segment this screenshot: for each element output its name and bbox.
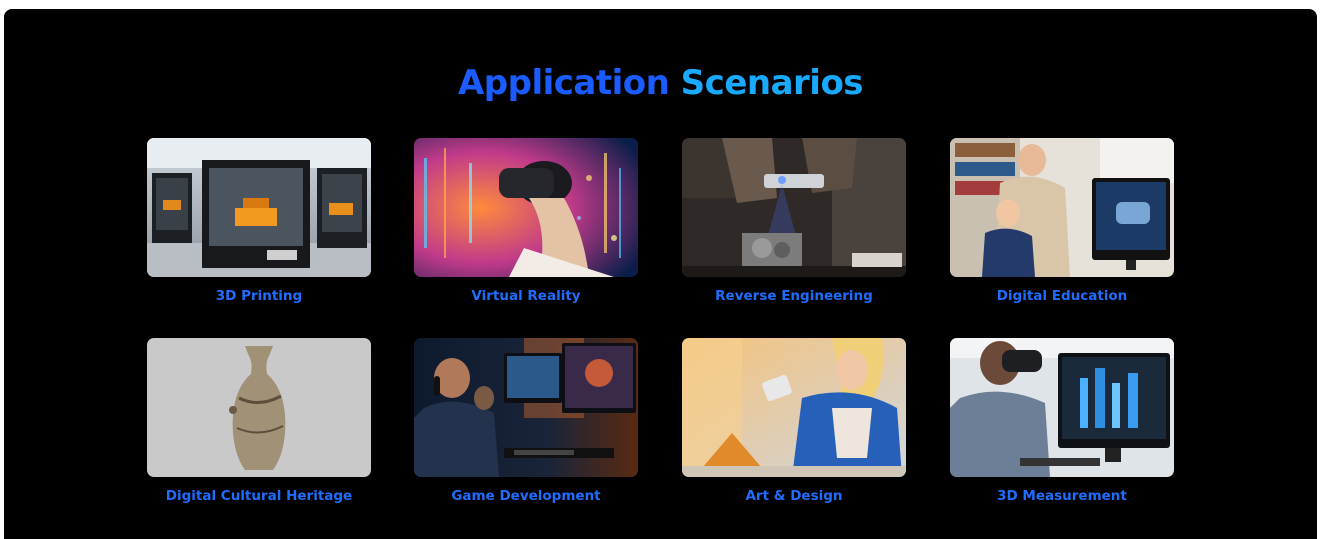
ancient-vase-image (147, 338, 371, 477)
scenario-label[interactable]: Game Development (414, 487, 638, 505)
scenario-card-virtual-reality[interactable]: Virtual Reality (414, 138, 638, 305)
vr-engineer-cad-image (950, 338, 1174, 477)
scenario-label[interactable]: Digital Cultural Heritage (147, 487, 371, 505)
scenario-label[interactable]: Reverse Engineering (682, 287, 906, 305)
handheld-scanner-image (682, 138, 906, 277)
3d-printers-image (147, 138, 371, 277)
scenario-card-art-design[interactable]: Art & Design (682, 338, 906, 505)
scenario-label[interactable]: Digital Education (950, 287, 1174, 305)
scenario-label[interactable]: Art & Design (682, 487, 906, 505)
section-title-part1: Application (457, 63, 670, 103)
scenario-label[interactable]: Virtual Reality (414, 287, 638, 305)
scenario-card-3d-measurement[interactable]: 3D Measurement (950, 338, 1174, 505)
scenario-label[interactable]: 3D Printing (147, 287, 371, 305)
vr-headset-image (414, 138, 638, 277)
scenario-card-digital-education[interactable]: Digital Education (950, 138, 1174, 305)
game-developers-image (414, 338, 638, 477)
scenario-card-reverse-engineering[interactable]: Reverse Engineering (682, 138, 906, 305)
scenario-card-3d-printing[interactable]: 3D Printing (147, 138, 371, 305)
scenario-card-game-development[interactable]: Game Development (414, 338, 638, 505)
section-title: Application Scenarios (4, 61, 1317, 105)
scenario-label[interactable]: 3D Measurement (950, 487, 1174, 505)
application-scenarios-section: Application Scenarios 3D Printing Virtua… (4, 9, 1317, 539)
scenario-card-digital-cultural-heritage[interactable]: Digital Cultural Heritage (147, 338, 371, 505)
artist-scanning-image (682, 338, 906, 477)
section-title-part2: Scenarios (680, 63, 864, 103)
teacher-student-monitor-image (950, 138, 1174, 277)
